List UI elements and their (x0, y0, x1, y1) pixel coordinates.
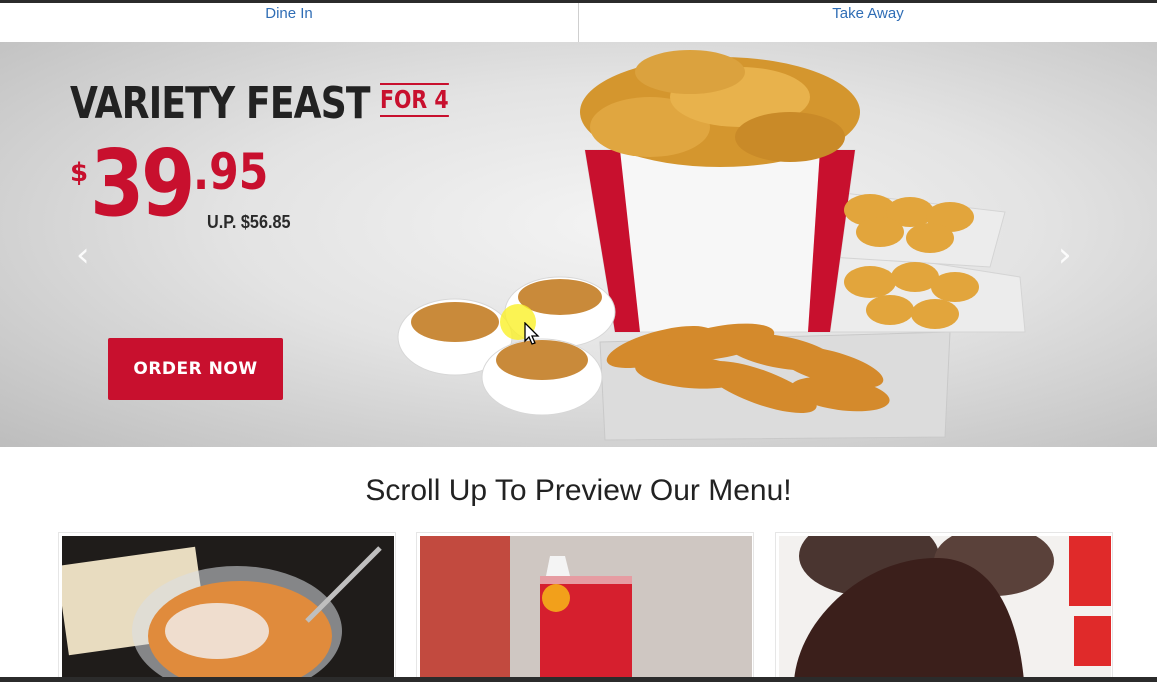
menu-card-chocolate-cake[interactable] (775, 532, 1113, 682)
carousel-next-icon[interactable]: › (1058, 238, 1072, 272)
food-bucket-image (397, 50, 1026, 441)
chocolate-cake-image (779, 536, 1111, 681)
menu-card-punch-bowl[interactable] (58, 532, 396, 682)
price-currency-symbol: $ (70, 158, 89, 188)
mouse-pointer-icon (524, 322, 540, 345)
promo-title: VARIETY FEAST (70, 78, 371, 129)
tab-dine-in[interactable]: Dine In (0, 3, 579, 42)
red-drink-image (420, 536, 752, 681)
carousel-prev-icon[interactable]: ‹ (76, 238, 90, 272)
price-cents: .95 (193, 143, 269, 201)
usual-price: U.P. $56.85 (207, 212, 291, 232)
promo-title-suffix: FOR 4 (380, 83, 449, 117)
punch-bowl-image (62, 536, 394, 681)
menu-section-heading: Scroll Up To Preview Our Menu! (365, 474, 792, 507)
hero-carousel: VARIETY FEAST FOR 4 $ 39 .95 U.P. $56.85… (0, 42, 1157, 447)
bottom-edge-bar (0, 677, 1157, 682)
menu-card-red-drink[interactable] (416, 532, 754, 682)
price-dollars: 39 (90, 130, 195, 237)
order-now-button[interactable]: ORDER NOW (108, 338, 283, 400)
tab-take-away[interactable]: Take Away (579, 3, 1157, 42)
order-type-tabs: Dine In Take Away (0, 0, 1157, 42)
